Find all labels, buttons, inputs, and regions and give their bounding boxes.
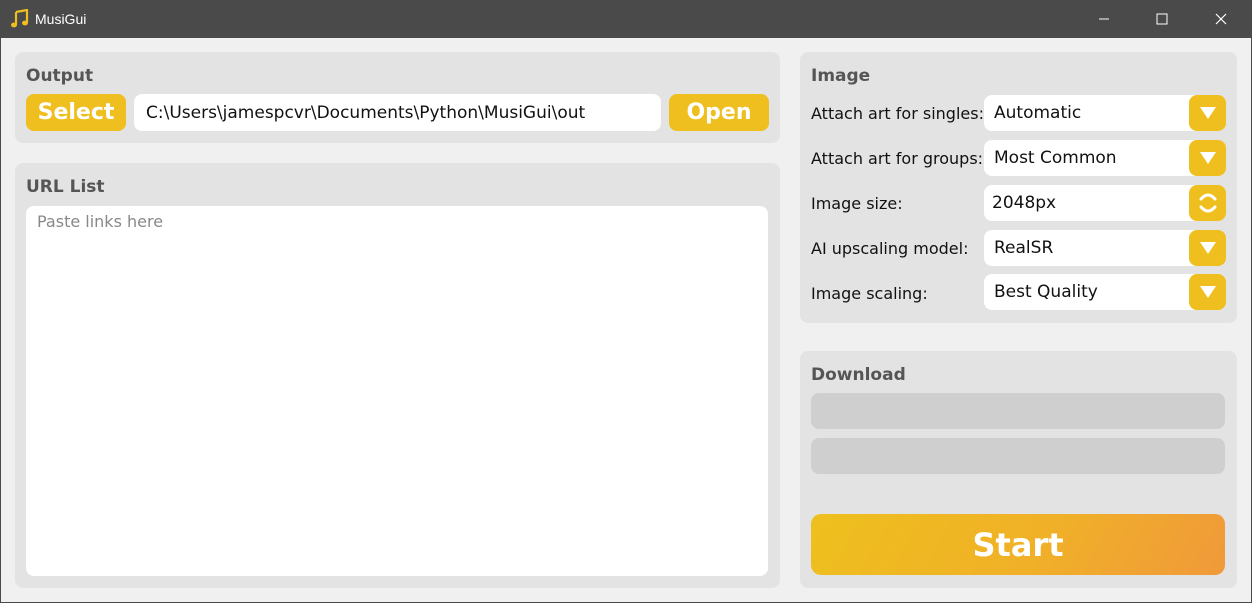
chevron-down-icon [1199,107,1216,119]
singles-art-value: Automatic [994,103,1082,123]
output-panel: Output Select C:\Users\jamespcvr\Documen… [15,52,780,143]
select-button[interactable]: Select [26,94,126,131]
image-title: Image [811,66,871,86]
minimize-icon [1099,18,1109,20]
image-scaling-label: Image scaling: [811,284,928,303]
progress-bar-1 [811,393,1225,429]
singles-art-label: Attach art for singles: [811,104,984,123]
upscaling-model-value: RealSR [994,238,1054,258]
title-bar: MusiGui [0,0,1252,38]
close-icon [1215,13,1227,25]
chevron-down-icon [1199,242,1216,254]
image-size-spinner[interactable]: 2048px [984,185,1226,221]
url-list-placeholder: Paste links here [37,212,164,231]
download-title: Download [811,365,906,385]
download-panel: Download Start [800,351,1237,588]
dropdown-arrow-button[interactable] [1189,230,1226,266]
dropdown-arrow-button[interactable] [1189,140,1226,176]
minimize-button[interactable] [1075,0,1133,38]
chevron-down-icon [1199,286,1216,298]
url-list-title: URL List [26,177,105,197]
start-button[interactable]: Start [811,514,1225,575]
groups-art-label: Attach art for groups: [811,149,984,168]
spinner-arrows-icon [1199,193,1216,213]
groups-art-value: Most Common [994,148,1117,168]
progress-bar-2 [811,438,1225,474]
image-scaling-value: Best Quality [994,282,1098,302]
music-note-icon [11,9,29,28]
open-button[interactable]: Open [669,94,769,131]
url-list-textarea[interactable]: Paste links here [26,206,768,576]
url-list-panel: URL List Paste links here [15,163,780,588]
groups-art-dropdown[interactable]: Most Common [984,140,1226,176]
image-size-label: Image size: [811,194,903,213]
image-size-value: 2048px [992,193,1057,213]
upscaling-model-label: AI upscaling model: [811,239,969,258]
output-title: Output [26,66,94,86]
window-title: MusiGui [35,11,87,27]
dropdown-arrow-button[interactable] [1189,274,1226,310]
spinner-buttons[interactable] [1189,185,1226,221]
chevron-down-icon [1199,152,1216,164]
image-panel: Image Attach art for singles: Automatic … [800,52,1237,323]
output-path-field[interactable]: C:\Users\jamespcvr\Documents\Python\Musi… [134,94,661,131]
dropdown-arrow-button[interactable] [1189,95,1226,131]
image-scaling-dropdown[interactable]: Best Quality [984,274,1226,310]
maximize-icon [1156,13,1168,25]
upscaling-model-dropdown[interactable]: RealSR [984,230,1226,266]
close-button[interactable] [1192,0,1250,38]
singles-art-dropdown[interactable]: Automatic [984,95,1226,131]
maximize-button[interactable] [1133,0,1191,38]
